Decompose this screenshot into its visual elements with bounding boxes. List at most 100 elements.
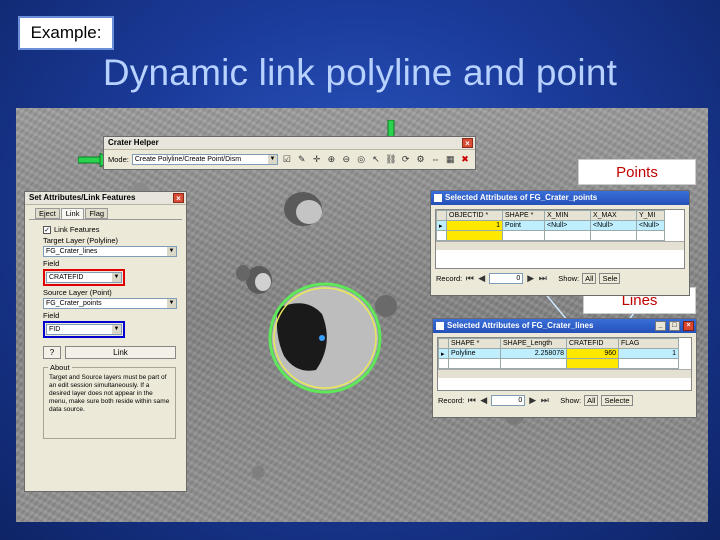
link-button[interactable]: Link	[64, 346, 176, 359]
zoom-in-icon[interactable]: ⊕	[326, 153, 338, 165]
row-selector-header	[438, 338, 449, 349]
show-label: Show:	[558, 273, 580, 283]
column-header[interactable]: Y_MI	[636, 210, 665, 221]
show-selected-button[interactable]: Selecte	[601, 394, 633, 406]
close-icon[interactable]: ×	[173, 193, 184, 203]
table-row[interactable]: ▸ 1 Point <Null> <Null> <Null>	[436, 220, 665, 231]
column-header[interactable]: X_MAX	[590, 210, 637, 221]
column-header[interactable]: X_MIN	[544, 210, 591, 221]
set-attributes-title: Set Attributes/Link Features	[29, 193, 136, 202]
column-header[interactable]: FLAG	[618, 338, 679, 349]
field2-select[interactable]: FID ▼	[46, 324, 122, 335]
next-record-icon[interactable]: ▶	[528, 394, 537, 406]
next-record-icon[interactable]: ▶	[526, 272, 535, 284]
first-record-icon[interactable]: ⏮	[467, 394, 476, 406]
points-table-title: Selected Attributes of FG_Crater_points	[445, 193, 598, 202]
field2-label: Field	[43, 311, 60, 320]
about-group: About Target and Source layers must be p…	[43, 363, 176, 439]
show-all-button[interactable]: All	[582, 272, 597, 284]
maximize-icon[interactable]: □	[669, 321, 680, 331]
crosshair-icon[interactable]: ✛	[311, 153, 323, 165]
tab-link[interactable]: Link	[60, 208, 85, 219]
table-cell: <Null>	[636, 220, 665, 231]
points-titlebar: Selected Attributes of FG_Crater_points	[431, 191, 689, 205]
checkbox-tool-icon[interactable]: ☑	[281, 153, 293, 165]
chevron-down-icon: ▼	[112, 325, 121, 334]
zoom-out-icon[interactable]: ⊖	[340, 153, 352, 165]
mode-value: Create Polyline/Create Point/Dism	[134, 155, 242, 163]
edit-tool-icon[interactable]: ✎	[296, 153, 308, 165]
table-row[interactable]: ▸ Polyline 2.258078 960 1	[438, 348, 679, 359]
tab-strip: Eject Link Flag	[25, 205, 186, 219]
crater-helper-title: Crater Helper	[108, 138, 159, 147]
row-selector[interactable]: ▸	[438, 348, 449, 359]
source-layer-select[interactable]: FG_Crater_points ▼	[43, 298, 177, 309]
column-header[interactable]: CRATEFID	[566, 338, 619, 349]
table-cell: Polyline	[448, 348, 501, 359]
small-crater	[236, 265, 250, 281]
points-record-bar: Record: ⏮ ◀ 0 ▶ ⏭ Show: All Sele	[431, 269, 689, 287]
crater-helper-window: Crater Helper × Mode: Create Polyline/Cr…	[103, 136, 476, 170]
field-select[interactable]: CRATEFID ▼	[46, 272, 122, 283]
table-cell: Point	[502, 220, 545, 231]
show-selected-button[interactable]: Sele	[599, 272, 621, 284]
settings-icon[interactable]: ⚙	[415, 153, 427, 165]
minimize-icon[interactable]: _	[655, 321, 666, 331]
target-layer-select[interactable]: FG_Crater_lines ▼	[43, 246, 177, 257]
crater-center-point[interactable]	[319, 335, 325, 341]
table-cell: 2.258078	[500, 348, 567, 359]
close-icon[interactable]: ×	[683, 321, 694, 331]
lines-grid-area: SHAPE * SHAPE_Length CRATEFID FLAG ▸ Pol…	[437, 337, 692, 391]
field2-value: FID	[49, 326, 61, 333]
small-crater-rim	[255, 273, 271, 291]
close-icon[interactable]: ×	[462, 138, 473, 148]
show-all-button[interactable]: All	[584, 394, 599, 406]
small-crater	[375, 295, 397, 317]
record-input[interactable]: 0	[489, 272, 524, 284]
source-layer-label: Source Layer (Point)	[43, 288, 112, 297]
link-icon[interactable]: ⛓	[385, 153, 397, 165]
crater-helper-titlebar: Crater Helper ×	[104, 137, 475, 150]
refresh-icon[interactable]: ⟳	[400, 153, 412, 165]
link-features-label: Link Features	[54, 225, 100, 234]
small-crater-rim	[296, 200, 322, 224]
last-record-icon[interactable]: ⏭	[538, 272, 547, 284]
scale-icon[interactable]: ⇔	[429, 153, 441, 165]
tab-eject[interactable]: Eject	[35, 208, 60, 219]
last-record-icon[interactable]: ⏭	[540, 394, 549, 406]
field-label: Field	[43, 259, 60, 268]
column-header[interactable]: SHAPE *	[502, 210, 545, 221]
mode-select[interactable]: Create Polyline/Create Point/Dism ▼	[131, 153, 278, 165]
about-text: Target and Source layers must be part of…	[49, 374, 170, 413]
lines-header-row: SHAPE * SHAPE_Length CRATEFID FLAG	[438, 338, 679, 349]
record-label: Record:	[438, 395, 465, 405]
row-selector-header	[436, 210, 447, 221]
horizontal-scrollbar[interactable]	[436, 241, 684, 250]
grid-icon[interactable]: ▦	[444, 153, 456, 165]
lines-titlebar: Selected Attributes of FG_Crater_lines _…	[433, 319, 696, 333]
mode-label: Mode:	[108, 154, 129, 164]
prev-record-icon[interactable]: ◀	[477, 272, 486, 284]
table-icon	[434, 194, 442, 202]
table-row	[438, 358, 679, 369]
points-header-row: OBJECTID * SHAPE * X_MIN X_MAX Y_MI	[436, 210, 665, 221]
record-input[interactable]: 0	[491, 394, 526, 406]
column-header[interactable]: SHAPE_Length	[500, 338, 567, 349]
points-grid-area: OBJECTID * SHAPE * X_MIN X_MAX Y_MI ▸ 1 …	[435, 209, 685, 269]
pointer-icon[interactable]: ↖	[370, 153, 382, 165]
table-cell: 1	[446, 220, 503, 231]
column-header[interactable]: OBJECTID *	[446, 210, 503, 221]
field-highlight-blue: FID ▼	[43, 321, 125, 338]
delete-icon[interactable]: ✖	[459, 153, 471, 165]
chevron-down-icon: ▼	[167, 247, 176, 256]
tab-flag[interactable]: Flag	[85, 208, 109, 219]
horizontal-scrollbar[interactable]	[438, 369, 691, 378]
target-icon[interactable]: ◎	[355, 153, 367, 165]
column-header[interactable]: SHAPE *	[448, 338, 501, 349]
prev-record-icon[interactable]: ◀	[479, 394, 488, 406]
row-selector[interactable]: ▸	[436, 220, 447, 231]
first-record-icon[interactable]: ⏮	[465, 272, 474, 284]
help-button[interactable]: ?	[43, 346, 61, 359]
link-features-checkbox[interactable]: ✓	[43, 225, 51, 234]
link-features-row: ✓ Link Features	[43, 225, 176, 234]
